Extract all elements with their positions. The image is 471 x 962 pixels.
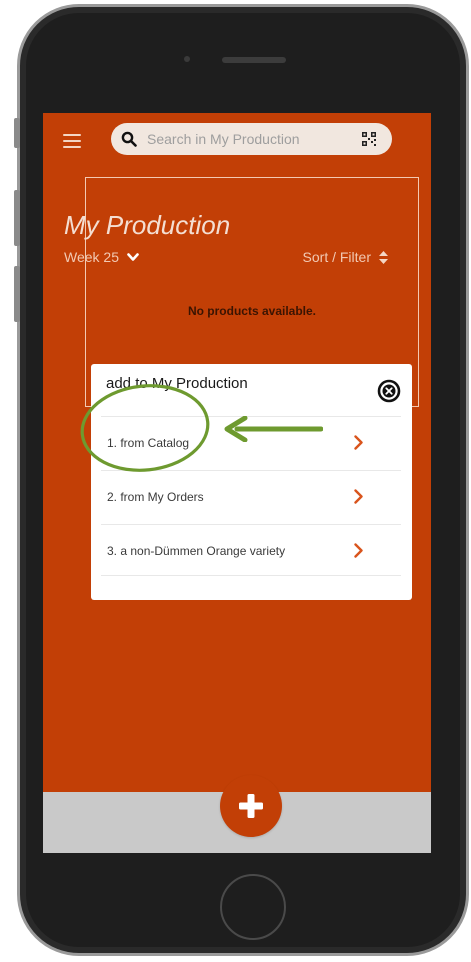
hamburger-icon[interactable] <box>63 134 81 148</box>
phone-mute-switch <box>14 118 20 148</box>
chevron-right-icon <box>354 543 363 558</box>
week-label: Week 25 <box>64 249 119 265</box>
chevron-down-icon <box>127 252 139 261</box>
week-selector[interactable]: Week 25 <box>64 249 139 265</box>
empty-state-message: No products available. <box>187 304 317 318</box>
phone-speaker <box>222 57 286 63</box>
phone-home-button[interactable] <box>220 874 286 940</box>
chevron-right-icon <box>354 435 363 450</box>
search-bar[interactable]: Search in My Production <box>111 123 392 155</box>
search-icon <box>121 131 137 147</box>
phone-volume-up <box>14 190 20 246</box>
add-button[interactable] <box>220 775 282 837</box>
option-label: 1. from Catalog <box>107 436 190 450</box>
search-input[interactable]: Search in My Production <box>147 131 300 147</box>
option-non-dummen-variety[interactable]: 3. a non-Dümmen Orange variety <box>101 524 401 576</box>
option-label: 2. from My Orders <box>107 490 204 504</box>
chevron-right-icon <box>354 489 363 504</box>
app-screen: Search in My Production My Production We… <box>43 113 431 853</box>
page-title: My Production <box>64 210 231 240</box>
sort-filter-label: Sort / Filter <box>302 249 371 265</box>
phone-volume-down <box>14 266 20 322</box>
phone-camera <box>184 56 190 62</box>
option-label: 3. a non-Dümmen Orange variety <box>107 544 286 558</box>
plus-icon <box>239 794 263 818</box>
option-from-my-orders[interactable]: 2. from My Orders <box>101 470 401 522</box>
sort-filter-button[interactable]: Sort / Filter <box>303 249 388 265</box>
option-from-catalog[interactable]: 1. from Catalog <box>101 416 401 468</box>
sort-icon <box>379 250 388 264</box>
qr-code-icon[interactable] <box>362 132 376 146</box>
close-icon[interactable] <box>377 379 401 403</box>
modal-title: add to My Production <box>106 375 248 392</box>
add-to-production-modal: add to My Production 1. from Catalog 2. … <box>91 364 412 600</box>
